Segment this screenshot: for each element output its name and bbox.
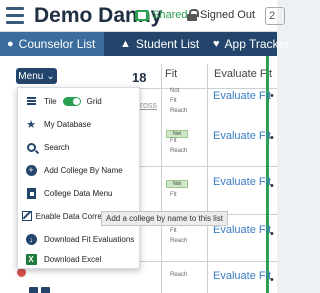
tab-label: Student List: [135, 37, 200, 51]
header-search-input[interactable]: 2: [265, 7, 285, 25]
menu-item-search[interactable]: Search: [18, 136, 141, 158]
fit-level: Fit: [170, 98, 177, 104]
plus-circle-icon: +: [18, 164, 44, 176]
edit-icon: [18, 211, 36, 221]
menu-item-label: Download Excel: [44, 254, 102, 264]
checkbox-icon[interactable]: [41, 287, 50, 293]
menu-item-my-database[interactable]: ★ My Database: [18, 113, 141, 135]
evaluate-fit-column-header: Evaluate Fit: [214, 68, 273, 80]
fit-level: Fit: [170, 192, 177, 198]
tab-student-list[interactable]: ▲ Student List: [113, 32, 201, 56]
fit-level: Fit: [170, 138, 177, 144]
heart-icon: ♥: [213, 38, 220, 50]
evaluate-fit-link[interactable]: Evaluate Fit: [213, 130, 271, 142]
row-bullet: •: [270, 228, 274, 240]
search-icon: [18, 142, 44, 152]
tile-grid-toggle[interactable]: [62, 96, 81, 106]
column-divider: [207, 64, 208, 293]
evaluate-fit-link[interactable]: Evaluate Fit: [213, 90, 271, 102]
app-header: Demo Danny Shared Signed Out 2: [0, 0, 285, 32]
menu-button-label: Menu: [18, 70, 44, 82]
fit-levels: Fit Reach: [170, 226, 187, 246]
fit-level: Fit: [170, 228, 177, 234]
column-divider: [161, 64, 162, 293]
tab-label: App Tracker: [224, 37, 290, 51]
download-icon: ↓: [18, 233, 44, 245]
college-name-link[interactable]: ross: [140, 100, 157, 110]
fit-levels: Reach: [170, 270, 187, 280]
menu-item-label: Add College By Name: [44, 165, 123, 175]
row-bullet: •: [270, 90, 274, 102]
signed-out-label: Signed Out: [200, 9, 256, 21]
menu-item-label: Download Fit Evaluations: [44, 234, 135, 244]
checkbox-icon[interactable]: [29, 287, 38, 293]
fit-column-header: Fit: [165, 68, 178, 80]
row-divider: [140, 261, 277, 262]
menu-item-download-excel[interactable]: X Download Excel: [18, 248, 141, 270]
tab-bar: ● Counselor List ▲ Student List ♥ App Tr…: [0, 32, 289, 56]
menu-item-label: College Data Menu: [44, 188, 113, 198]
tab-counselor-list[interactable]: ● Counselor List: [0, 32, 104, 56]
graduation-cap-icon: ▲: [120, 38, 131, 50]
shared-status[interactable]: Shared: [135, 9, 187, 21]
grid-option[interactable]: Grid: [87, 97, 102, 106]
menu-item-college-data-menu[interactable]: College Data Menu: [18, 182, 141, 204]
fit-level: Not: [170, 88, 180, 94]
menu-item-label: My Database: [44, 119, 92, 129]
fit-levels: Not Fit Reach: [170, 86, 187, 116]
person-icon: ●: [7, 38, 14, 50]
row-bullet: •: [270, 132, 274, 144]
tab-label: Counselor List: [18, 37, 96, 51]
tooltip: Add a college by name to this list: [101, 211, 228, 226]
share-icon: [135, 9, 149, 21]
lock-icon: [187, 9, 199, 21]
star-icon: ★: [26, 118, 36, 131]
evaluate-fit-link[interactable]: Evaluate Fit: [213, 270, 271, 282]
excel-icon: X: [18, 253, 44, 265]
row-divider: [140, 88, 277, 89]
hamburger-menu-icon[interactable]: [6, 7, 24, 25]
fit-level: Reach: [170, 148, 188, 154]
row-divider: [140, 166, 277, 167]
evaluate-fit-link[interactable]: Evaluate Fit: [213, 176, 271, 188]
menu-item-download-fit-evaluations[interactable]: ↓ Download Fit Evaluations: [18, 228, 141, 250]
document-icon: [18, 187, 44, 199]
college-count: 18: [132, 70, 147, 85]
tab-app-tracker[interactable]: ♥ App Tracker: [206, 32, 289, 56]
menu-dropdown: Tile Grid ★ My Database Search + Add Col…: [17, 87, 141, 270]
tile-option[interactable]: Tile: [44, 97, 57, 106]
fit-level: Reach: [170, 272, 188, 278]
fit-levels: Fit Reach: [170, 136, 187, 156]
fit-level: Reach: [170, 108, 188, 114]
shared-label: Shared: [152, 9, 188, 21]
signed-out-status[interactable]: Signed Out: [187, 9, 255, 21]
fit-badge: Not: [166, 180, 188, 188]
fit-level: Reach: [170, 238, 188, 244]
view-toggle-row: Tile Grid: [18, 90, 141, 112]
row-bullet: •: [270, 180, 274, 192]
menu-item-label: Search: [44, 142, 70, 152]
fit-levels: Fit: [170, 190, 177, 200]
list-icon: [18, 97, 44, 105]
menu-button[interactable]: Menu ⌄: [16, 68, 57, 84]
row-bullet: •: [270, 274, 274, 286]
chevron-down-icon: ⌄: [46, 70, 55, 82]
menu-item-add-college-by-name[interactable]: + Add College By Name: [18, 159, 141, 181]
